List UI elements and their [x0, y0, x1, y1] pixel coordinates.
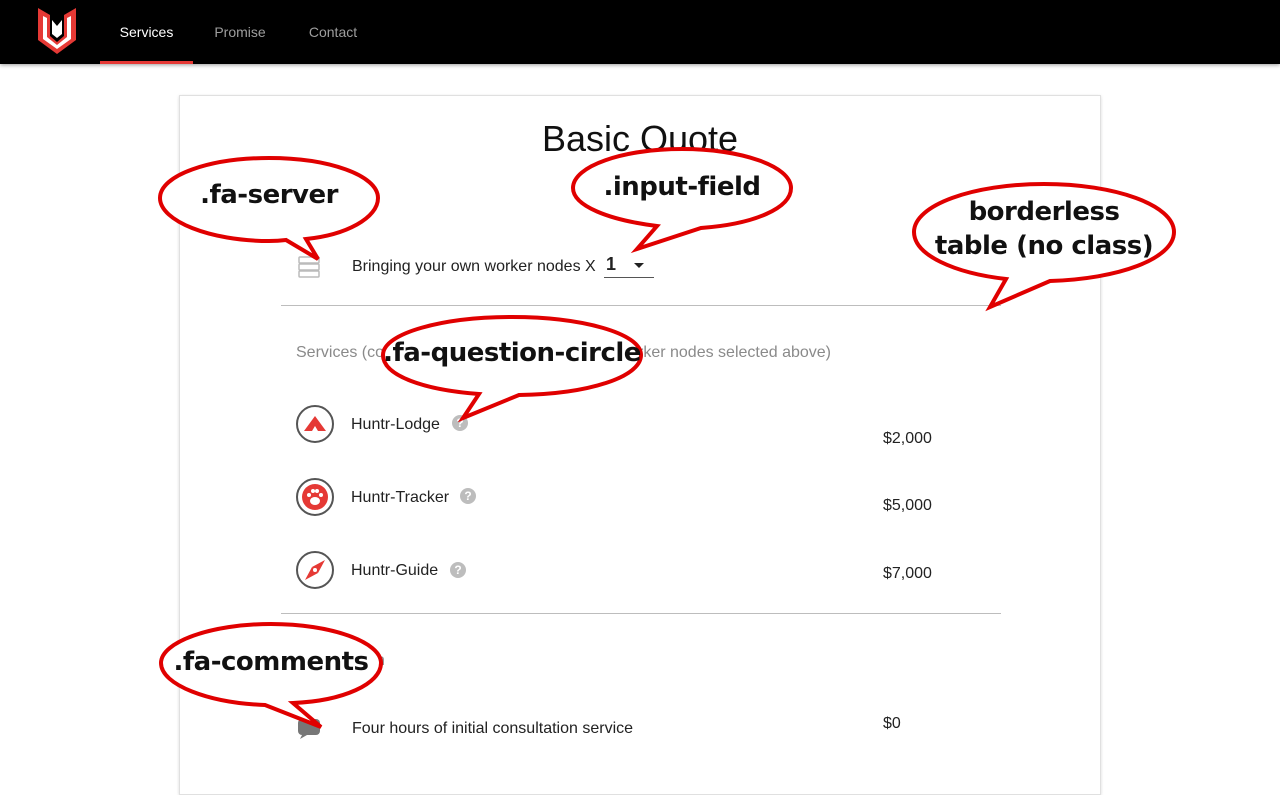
callout-text: .input-field: [603, 172, 761, 202]
consultation-label: Four hours of initial consultation servi…: [352, 720, 634, 737]
callout-fa-question-circle: .fa-question-circle: [379, 314, 645, 423]
worker-nodes-value: 1: [606, 254, 617, 274]
services-heading-end: rker nodes selected above): [638, 344, 831, 361]
divider: [281, 613, 1001, 614]
services-heading-start: Services (co: [296, 344, 385, 361]
service-price-guide: $7,000: [883, 565, 932, 582]
callout-fa-server: .fa-server: [156, 155, 382, 261]
top-navbar: Services Promise Contact: [0, 0, 1280, 64]
service-price-tracker: $5,000: [883, 497, 932, 514]
callout-text: .fa-question-circle: [383, 338, 641, 368]
compass-icon: [296, 551, 334, 589]
divider: [281, 305, 1001, 306]
lodge-icon: [296, 405, 334, 443]
service-name-tracker: Huntr-Tracker: [351, 489, 450, 506]
callout-text: .fa-comments: [173, 647, 369, 677]
nav-promise[interactable]: Promise: [196, 0, 284, 64]
callout-text: .fa-server: [200, 180, 338, 210]
callout-borderless-table: borderless table (no class): [910, 181, 1178, 312]
consultation-price: $0: [883, 715, 901, 732]
callout-text-line1: borderless: [968, 197, 1120, 227]
question-circle-icon[interactable]: ?: [460, 488, 476, 504]
paw-icon: [296, 478, 334, 516]
nav-contact[interactable]: Contact: [290, 0, 376, 64]
nav-services[interactable]: Services: [100, 0, 193, 64]
callout-fa-comments: .fa-comments: [157, 621, 385, 729]
service-name-guide: Huntr-Guide: [351, 562, 439, 579]
brand-logo[interactable]: [36, 6, 78, 56]
chevron-down-icon: [634, 263, 644, 268]
question-circle-icon[interactable]: ?: [450, 562, 466, 578]
worker-nodes-label: Bringing your own worker nodes X: [352, 258, 596, 275]
service-price-lodge: $2,000: [883, 430, 932, 447]
callout-input-field: .input-field: [569, 146, 795, 254]
worker-nodes-select[interactable]: 1: [604, 254, 654, 278]
callout-text-line2: table (no class): [934, 231, 1154, 261]
